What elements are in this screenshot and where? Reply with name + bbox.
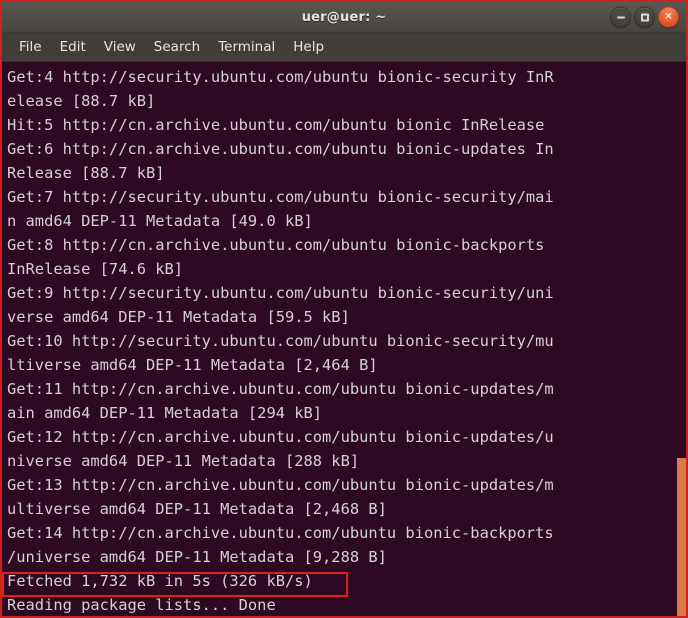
terminal-line: Reading package lists... Done <box>7 596 276 614</box>
minimize-button[interactable] <box>610 6 631 28</box>
terminal-line: InRelease [74.6 kB] <box>7 260 184 278</box>
terminal-window: uer@uer: ~ ✕ File Edit View Search Termi… <box>0 0 688 618</box>
terminal-output-area[interactable]: Get:4 http://security.ubuntu.com/ubuntu … <box>2 62 686 616</box>
terminal-line: Release [88.7 kB] <box>7 164 165 182</box>
menu-item-help[interactable]: Help <box>284 36 333 58</box>
terminal-line: verse amd64 DEP-11 Metadata [59.5 kB] <box>7 308 350 326</box>
terminal-line: Get:12 http://cn.archive.ubuntu.com/ubun… <box>7 428 554 446</box>
window-title: uer@uer: ~ <box>301 9 387 25</box>
window-controls: ✕ <box>610 6 679 28</box>
menu-item-edit[interactable]: Edit <box>51 36 95 58</box>
terminal-line: niverse amd64 DEP-11 Metadata [288 kB] <box>7 452 360 470</box>
terminal-line: Get:11 http://cn.archive.ubuntu.com/ubun… <box>7 380 554 398</box>
maximize-button[interactable] <box>634 6 655 28</box>
minimize-icon <box>616 16 625 18</box>
terminal-line: Get:7 http://security.ubuntu.com/ubuntu … <box>7 188 554 206</box>
terminal-line: ultiverse amd64 DEP-11 Metadata [2,468 B… <box>7 500 387 518</box>
terminal-line: Get:14 http://cn.archive.ubuntu.com/ubun… <box>7 524 554 542</box>
terminal-line: /universe amd64 DEP-11 Metadata [9,288 B… <box>7 548 387 566</box>
terminal-line: Get:10 http://security.ubuntu.com/ubuntu… <box>7 332 554 350</box>
terminal-line: Get:4 http://security.ubuntu.com/ubuntu … <box>7 68 554 86</box>
terminal-line: Fetched 1,732 kB in 5s (326 kB/s) <box>7 572 313 590</box>
terminal-line: ain amd64 DEP-11 Metadata [294 kB] <box>7 404 323 422</box>
terminal-line: elease [88.7 kB] <box>7 92 156 110</box>
title-bar[interactable]: uer@uer: ~ ✕ <box>2 2 686 33</box>
scrollbar[interactable] <box>677 62 686 616</box>
terminal-text: Get:4 http://security.ubuntu.com/ubuntu … <box>7 65 686 616</box>
terminal-line: Get:13 http://cn.archive.ubuntu.com/ubun… <box>7 476 554 494</box>
terminal-line: n amd64 DEP-11 Metadata [49.0 kB] <box>7 212 313 230</box>
close-button[interactable]: ✕ <box>658 6 679 28</box>
menu-item-search[interactable]: Search <box>145 36 209 58</box>
terminal-line: Get:9 http://security.ubuntu.com/ubuntu … <box>7 284 554 302</box>
close-icon: ✕ <box>664 11 673 22</box>
terminal-line: Hit:5 http://cn.archive.ubuntu.com/ubunt… <box>7 116 545 134</box>
maximize-icon <box>640 13 649 21</box>
terminal-line: ltiverse amd64 DEP-11 Metadata [2,464 B] <box>7 356 378 374</box>
menu-bar: File Edit View Search Terminal Help <box>2 33 686 62</box>
terminal-line: Get:8 http://cn.archive.ubuntu.com/ubunt… <box>7 236 554 254</box>
menu-item-terminal[interactable]: Terminal <box>209 36 284 58</box>
menu-item-view[interactable]: View <box>95 36 145 58</box>
scrollbar-thumb[interactable] <box>677 458 686 616</box>
terminal-line: Get:6 http://cn.archive.ubuntu.com/ubunt… <box>7 140 554 158</box>
menu-item-file[interactable]: File <box>10 36 51 58</box>
